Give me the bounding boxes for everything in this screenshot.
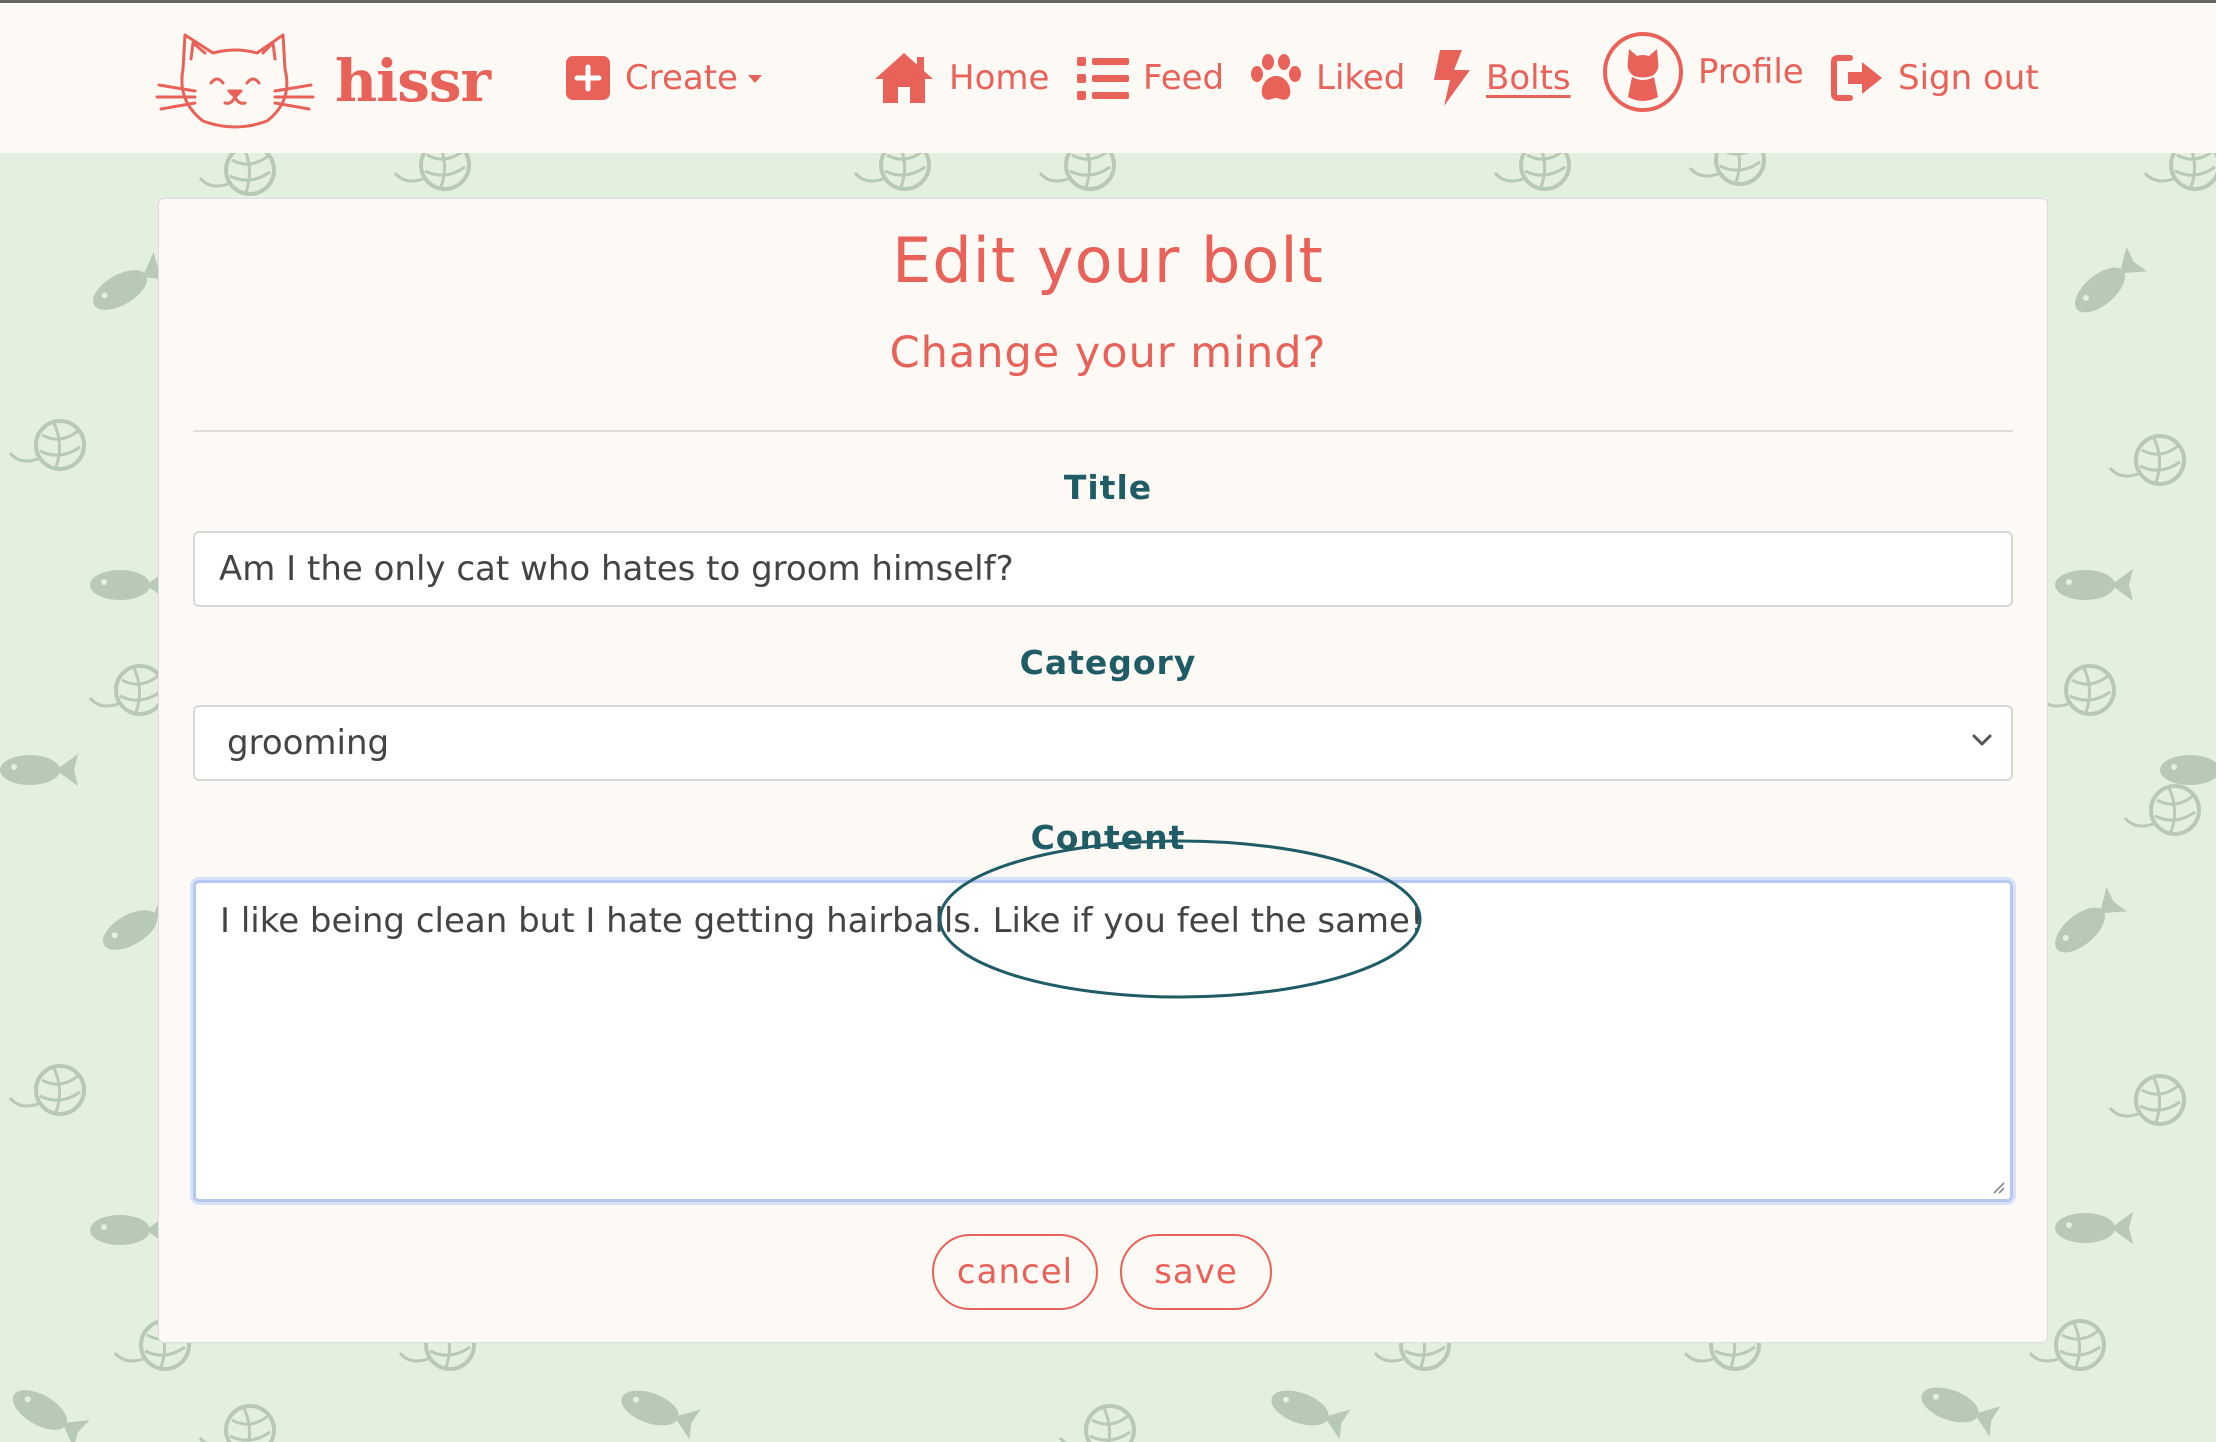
nav-home[interactable]: Home xyxy=(873,43,1049,113)
yarn-ball-pattern-icon xyxy=(198,144,276,196)
resize-handle-icon[interactable] xyxy=(1990,1179,2006,1195)
nav-liked[interactable]: Liked xyxy=(1250,43,1405,113)
nav-liked-label: Liked xyxy=(1316,58,1406,98)
fish-pattern-icon xyxy=(90,1214,168,1246)
fish-pattern-icon xyxy=(1271,1390,1351,1440)
cancel-button[interactable]: cancel xyxy=(932,1234,1098,1310)
home-icon xyxy=(875,53,933,103)
category-field-label: Category xyxy=(1019,643,1197,682)
nav-bolts[interactable]: Bolts xyxy=(1432,43,1571,113)
title-input-value: Am I the only cat who hates to groom him… xyxy=(219,549,1014,589)
nav-home-label: Home xyxy=(949,58,1050,98)
nav-profile[interactable]: Profile xyxy=(1602,32,1804,112)
caret-down-icon xyxy=(747,75,762,83)
page-subtitle: Change your mind? xyxy=(889,328,1327,378)
cat-avatar-icon xyxy=(1603,32,1683,112)
nav-feed-label: Feed xyxy=(1143,58,1225,98)
fish-pattern-icon xyxy=(2055,1212,2133,1244)
fish-pattern-icon xyxy=(12,1390,90,1442)
nav-create-label: Create xyxy=(625,58,738,98)
plus-square-icon xyxy=(566,56,610,100)
brand-name: hissr xyxy=(335,47,491,115)
yarn-ball-pattern-icon xyxy=(198,1404,276,1442)
top-navbar: hissr Create Home Feed Liked Bolts Profi… xyxy=(0,0,2216,153)
fish-pattern-icon xyxy=(2055,886,2128,953)
yarn-ball-pattern-icon xyxy=(1058,1404,1136,1442)
nav-profile-label: Profile xyxy=(1698,52,1804,92)
nav-sign-out[interactable]: Sign out xyxy=(1830,43,2039,113)
nav-feed[interactable]: Feed xyxy=(1077,43,1224,113)
chevron-down-icon xyxy=(1972,734,1992,746)
fish-pattern-icon xyxy=(621,1390,701,1440)
fish-pattern-icon xyxy=(0,754,78,786)
cat-face-logo-icon xyxy=(155,33,315,129)
fish-pattern-icon xyxy=(90,569,168,601)
list-icon xyxy=(1077,57,1129,100)
save-button[interactable]: save xyxy=(1120,1234,1272,1310)
sign-out-icon xyxy=(1831,55,1882,101)
divider xyxy=(193,430,2013,432)
nav-bolts-label: Bolts xyxy=(1486,58,1571,98)
fish-pattern-icon xyxy=(2055,569,2133,601)
content-field-label: Content xyxy=(1030,818,1186,857)
title-input[interactable]: Am I the only cat who hates to groom him… xyxy=(193,531,2013,607)
category-select-value: grooming xyxy=(227,723,390,763)
nav-signout-label: Sign out xyxy=(1898,58,2039,98)
brand-link[interactable]: hissr xyxy=(155,29,491,133)
yarn-ball-pattern-icon xyxy=(8,419,86,471)
category-select[interactable]: grooming xyxy=(193,705,2013,781)
yarn-ball-pattern-icon xyxy=(8,1064,86,1116)
title-field-label: Title xyxy=(1063,468,1153,507)
paw-icon xyxy=(1251,54,1301,100)
content-textarea[interactable]: I like being clean but I hate getting ha… xyxy=(193,880,2013,1202)
fish-pattern-icon xyxy=(1921,1387,2001,1437)
nav-create-dropdown[interactable]: Create xyxy=(565,43,762,113)
lightning-bolt-icon xyxy=(1434,50,1470,106)
content-textarea-value: I like being clean but I hate getting ha… xyxy=(220,901,1424,941)
yarn-ball-pattern-icon xyxy=(2108,1074,2186,1126)
fish-pattern-icon xyxy=(2160,755,2216,785)
page-title: Edit your bolt xyxy=(892,224,1324,297)
